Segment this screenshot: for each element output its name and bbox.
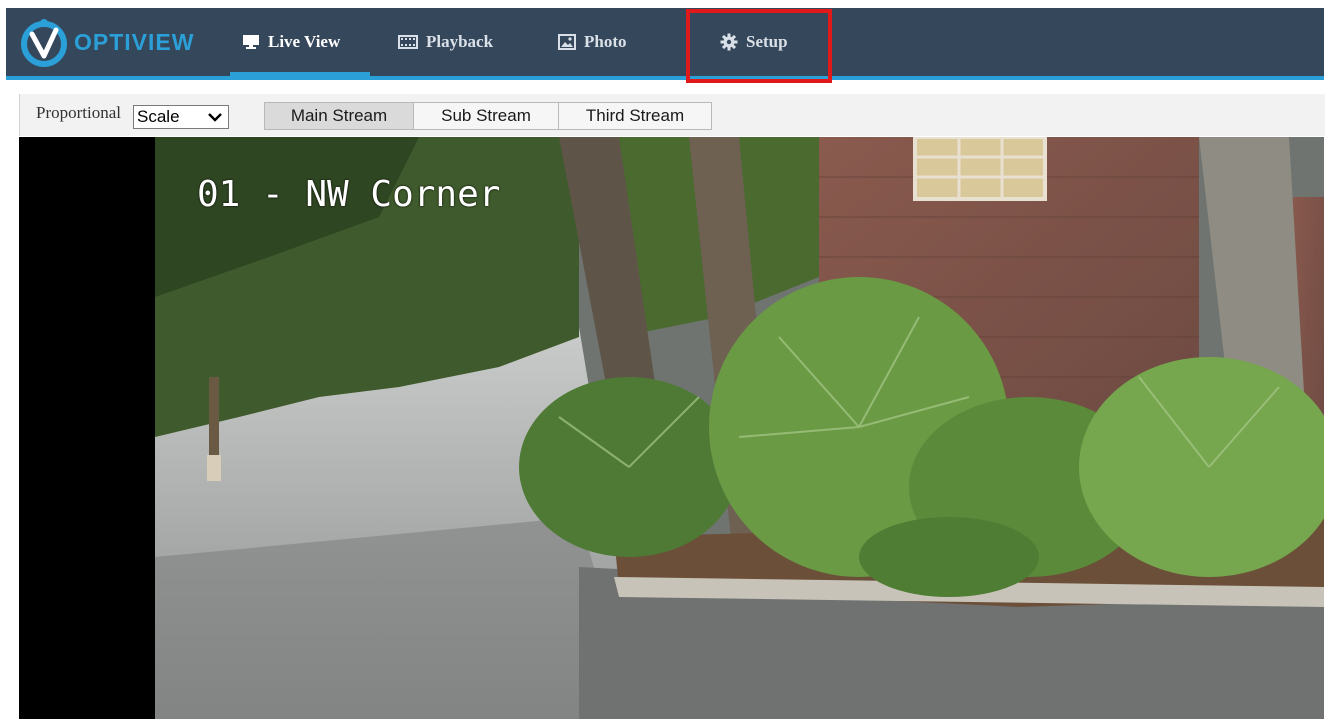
nav-playback[interactable]: Playback — [398, 8, 493, 76]
top-navigation-bar: OPTIVIEW Live View Playback Photo Setup — [6, 8, 1324, 76]
monitor-icon — [243, 35, 259, 49]
brand-logo: OPTIVIEW — [18, 14, 194, 70]
tab-main-stream[interactable]: Main Stream — [264, 102, 414, 130]
scale-select-value: Scale — [137, 107, 180, 126]
page-edge — [0, 0, 6, 719]
nav-photo[interactable]: Photo — [558, 8, 627, 76]
tab-third-stream[interactable]: Third Stream — [559, 102, 712, 130]
tab-sub-stream[interactable]: Sub Stream — [414, 102, 559, 130]
nav-playback-label: Playback — [426, 32, 494, 51]
nav-photo-label: Photo — [584, 32, 627, 51]
camera-feed-image — [19, 137, 1324, 719]
topbar-accent-line — [6, 76, 1324, 80]
stream-tabs: Main Stream Sub Stream Third Stream — [264, 102, 712, 130]
film-icon — [398, 35, 418, 49]
optiview-logo-icon — [21, 19, 67, 67]
nav-live-view-label: Live View — [268, 32, 341, 51]
setup-highlight-box — [686, 9, 832, 83]
brand-name: OPTIVIEW — [74, 28, 195, 55]
camera-osd-title: 01 - NW Corner — [197, 174, 501, 215]
nav-live-view[interactable]: Live View — [229, 8, 371, 76]
proportional-label: Proportional — [36, 103, 121, 122]
chevron-down-icon — [208, 113, 222, 122]
live-view-toolbar: Proportional Scale Main Stream Sub Strea… — [19, 94, 1325, 136]
scale-select[interactable]: Scale — [133, 105, 229, 129]
photo-icon — [558, 34, 576, 50]
live-video-viewport[interactable]: 01 - NW Corner — [19, 137, 1324, 719]
